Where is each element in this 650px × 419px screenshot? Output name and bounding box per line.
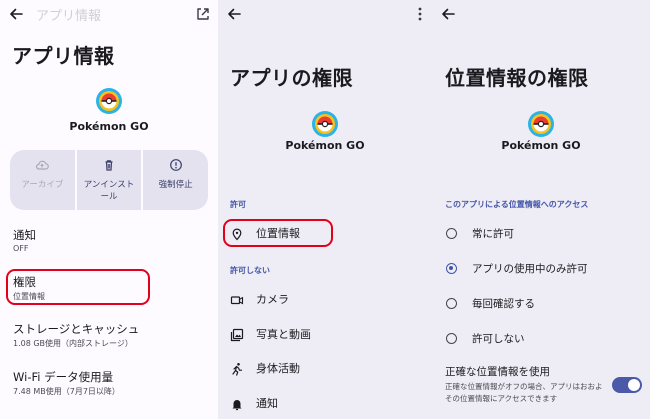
permission-photos[interactable]: 写真と動画 — [218, 323, 432, 347]
uninstall-button[interactable]: アンインストール — [76, 150, 142, 210]
collapsed-title: アプリ情報 — [36, 9, 102, 24]
option-label: アプリの使用中のみ許可 — [472, 263, 588, 275]
permission-camera-label: カメラ — [256, 293, 289, 306]
stop-icon — [169, 157, 183, 171]
archive-label: アーカイブ — [21, 180, 64, 190]
precise-location-title: 正確な位置情報を使用 — [445, 366, 550, 378]
open-external-icon[interactable] — [194, 5, 212, 23]
page-title: アプリの権限 — [230, 66, 353, 90]
app-name: Pokémon GO — [285, 139, 365, 152]
back-arrow-icon[interactable] — [224, 4, 244, 24]
page-title: 位置情報の権限 — [445, 66, 589, 90]
radio-button-selected[interactable] — [446, 263, 457, 274]
option-always-allow[interactable]: 常に許可 — [432, 224, 650, 246]
cloud-upload-icon — [35, 157, 50, 171]
force-stop-button[interactable]: 強制停止 — [143, 150, 209, 210]
page-title: アプリ情報 — [12, 44, 115, 68]
app-info-panel: アプリ情報 アプリ情報 Pokémon GO アーカイブ アンインストール 強制… — [0, 0, 218, 419]
notifications-status: OFF — [13, 244, 29, 253]
radio-button[interactable] — [446, 333, 457, 344]
pokemon-go-logo-icon — [95, 87, 123, 115]
running-icon — [230, 361, 244, 376]
radio-button[interactable] — [446, 228, 457, 239]
pokemon-go-logo-icon — [527, 110, 555, 138]
force-stop-label: 強制停止 — [158, 180, 193, 190]
app-name: Pokémon GO — [69, 120, 149, 133]
highlight-box — [6, 269, 150, 305]
top-bar — [218, 0, 432, 30]
app-permissions-panel: アプリの権限 Pokémon GO 許可 位置情報 許可しない カメラ 写真と動… — [218, 0, 432, 419]
photos-icon — [230, 327, 244, 342]
option-label: 常に許可 — [472, 228, 514, 240]
pokemon-go-logo-icon — [311, 110, 339, 138]
permission-photos-label: 写真と動画 — [256, 328, 311, 341]
back-arrow-icon[interactable] — [438, 4, 458, 24]
permission-camera[interactable]: カメラ — [218, 288, 432, 312]
allowed-section-label: 許可 — [230, 200, 246, 209]
storage-usage: 1.08 GB使用（内部ストレージ） — [13, 339, 133, 348]
wifi-data-usage: 7.48 MB使用（7月7日以降） — [13, 387, 120, 396]
storage-title: ストレージとキャッシュ — [13, 322, 140, 336]
permission-notifications[interactable]: 通知 — [218, 392, 432, 416]
option-ask-every-time[interactable]: 毎回確認する — [432, 294, 650, 316]
radio-button[interactable] — [446, 298, 457, 309]
option-while-using[interactable]: アプリの使用中のみ許可 — [432, 259, 650, 281]
location-access-section-label: このアプリによる位置情報へのアクセス — [445, 200, 589, 209]
permission-activity-label: 身体活動 — [256, 362, 300, 375]
precise-location-toggle[interactable] — [612, 377, 642, 393]
top-bar — [432, 0, 650, 30]
notifications-title: 通知 — [13, 228, 36, 242]
highlight-box — [223, 219, 333, 247]
denied-section-label: 許可しない — [230, 266, 270, 275]
option-label: 毎回確認する — [472, 298, 535, 310]
trash-icon — [102, 157, 116, 171]
camera-icon — [230, 292, 244, 306]
toggle-knob — [628, 379, 640, 391]
option-label: 許可しない — [472, 333, 525, 345]
permission-activity[interactable]: 身体活動 — [218, 357, 432, 381]
uninstall-label: アンインストール — [83, 180, 135, 202]
bell-icon — [230, 396, 244, 411]
archive-button[interactable]: アーカイブ — [10, 150, 75, 210]
option-deny[interactable]: 許可しない — [432, 329, 650, 351]
location-permission-panel: 位置情報の権限 Pokémon GO このアプリによる位置情報へのアクセス 常に… — [432, 0, 650, 419]
more-vert-icon[interactable] — [414, 5, 426, 23]
precise-location-description: 正確な位置情報がオフの場合、アプリはおおよその位置情報にアクセスできます — [445, 382, 603, 403]
permission-notifications-label: 通知 — [256, 397, 278, 410]
top-bar: アプリ情報 — [0, 0, 218, 30]
app-name: Pokémon GO — [501, 139, 581, 152]
app-actions: アーカイブ アンインストール 強制停止 — [10, 150, 209, 210]
wifi-data-title: Wi-Fi データ使用量 — [13, 370, 114, 384]
back-arrow-icon[interactable] — [6, 4, 26, 24]
